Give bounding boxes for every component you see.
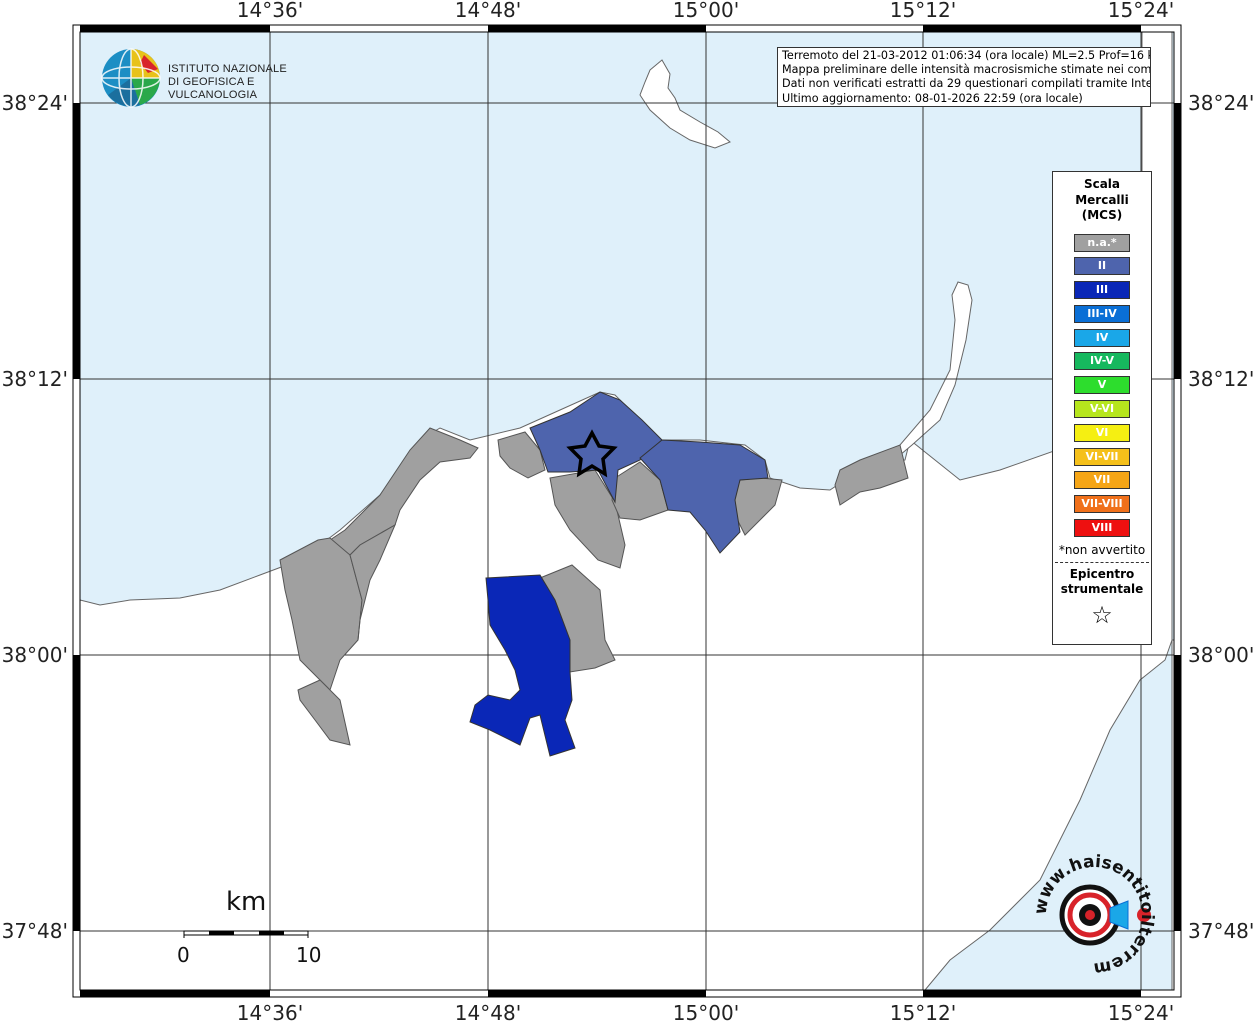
legend-item-8: VI — [1074, 423, 1130, 442]
legend-item-11: VII-VIII — [1074, 495, 1130, 514]
legend-note: *non avvertito — [1058, 542, 1146, 557]
scale-end: 10 — [296, 943, 322, 967]
event-info-line: Mappa preliminare delle intensità macros… — [782, 63, 1151, 77]
legend-item-12: VIII — [1074, 519, 1130, 538]
lat-label: 38°12' — [1188, 367, 1254, 391]
lon-label: 14°48' — [455, 1001, 521, 1024]
lat-label: 38°00' — [2, 643, 68, 667]
lon-labels-top: 14°36' 14°48' 15°00' 15°12' 15°24' — [237, 0, 1174, 22]
legend-item-0: n.a.* — [1074, 233, 1130, 252]
ingv-logo-text: ISTITUTO NAZIONALE DI GEOFISICA E VULCAN… — [168, 63, 330, 102]
legend-epicenter-line: strumentale — [1060, 581, 1144, 596]
lat-labels-right: 38°24' 38°12' 38°00' 37°48' — [1188, 91, 1254, 943]
legend-epicenter-line: Epicentro — [1069, 566, 1135, 581]
legend-item-10: VII — [1074, 471, 1130, 490]
lat-label: 38°24' — [2, 91, 68, 115]
ingv-logo-line1: ISTITUTO NAZIONALE — [168, 63, 287, 75]
legend-item-5: IV-V — [1074, 352, 1130, 371]
legend-item-3: III-IV — [1074, 304, 1130, 323]
lon-label: 15°12' — [890, 0, 956, 22]
lon-label: 15°00' — [673, 0, 739, 22]
lat-label: 38°00' — [1188, 643, 1254, 667]
legend-item-7: V-VI — [1074, 400, 1130, 419]
lon-labels-bottom: 14°36' 14°48' 15°00' 15°12' 15°24' — [237, 1001, 1174, 1024]
lon-label: 15°24' — [1108, 0, 1174, 22]
lat-labels-left: 38°24' 38°12' 38°00' 37°48' — [2, 91, 68, 943]
legend-epicenter-label: Epicentro strumentale — [1053, 567, 1151, 597]
star-icon: ☆ — [1091, 600, 1113, 629]
lat-label: 38°12' — [2, 367, 68, 391]
haisentito-logo: www.haisentitoilterremoto.it — [1022, 838, 1163, 979]
legend-item-2: III — [1074, 281, 1130, 300]
lon-label: 15°12' — [890, 1001, 956, 1024]
mcs-legend: Scala Mercalli (MCS) n.a.* II III III-IV IV I… — [1052, 171, 1152, 645]
legend-title-line: Mercalli — [1075, 192, 1129, 207]
legend-item-4: IV — [1074, 328, 1130, 347]
legend-item-9: VI-VII — [1074, 447, 1130, 466]
event-info-line: Ultimo aggiornamento: 08-01-2026 22:59 (… — [782, 91, 1083, 105]
legend-item-1: II — [1074, 257, 1130, 276]
scale-start: 0 — [177, 943, 190, 967]
haisentito-logo-graphic: www.haisentitoilterremoto.it — [1022, 838, 1157, 979]
scale-unit: km — [226, 887, 267, 917]
lat-label: 38°24' — [1188, 91, 1254, 115]
lon-label: 15°24' — [1108, 1001, 1174, 1024]
lat-label: 37°48' — [1188, 919, 1254, 943]
legend-title: Scala Mercalli (MCS) — [1053, 177, 1151, 224]
event-info-box: Terremoto del 21-03-2012 01:06:34 (ora l… — [777, 47, 1151, 107]
lon-label: 14°36' — [237, 0, 303, 22]
lon-label: 14°36' — [237, 1001, 303, 1024]
lat-label: 37°48' — [2, 919, 68, 943]
legend-divider — [1055, 561, 1149, 563]
ingv-logo-line2: DI GEOFISICA E VULCANOLOGIA — [168, 76, 258, 101]
ingv-logo: ISTITUTO NAZIONALE DI GEOFISICA E VULCAN… — [100, 47, 330, 109]
legend-title-line: Scala — [1083, 177, 1121, 191]
legend-items: n.a.* II III III-IV IV IV-V V V-VI VI VI-VII VII VI… — [1053, 233, 1151, 538]
legend-title-line: (MCS) — [1081, 208, 1123, 222]
legend-item-6: V — [1074, 376, 1130, 395]
event-info-line: Dati non verificati estratti da 29 quest… — [782, 77, 1151, 91]
lon-label: 15°00' — [673, 1001, 739, 1024]
event-info-line: Terremoto del 21-03-2012 01:06:34 (ora l… — [782, 49, 1151, 62]
globe-icon — [101, 48, 161, 108]
lon-label: 14°48' — [455, 0, 521, 22]
